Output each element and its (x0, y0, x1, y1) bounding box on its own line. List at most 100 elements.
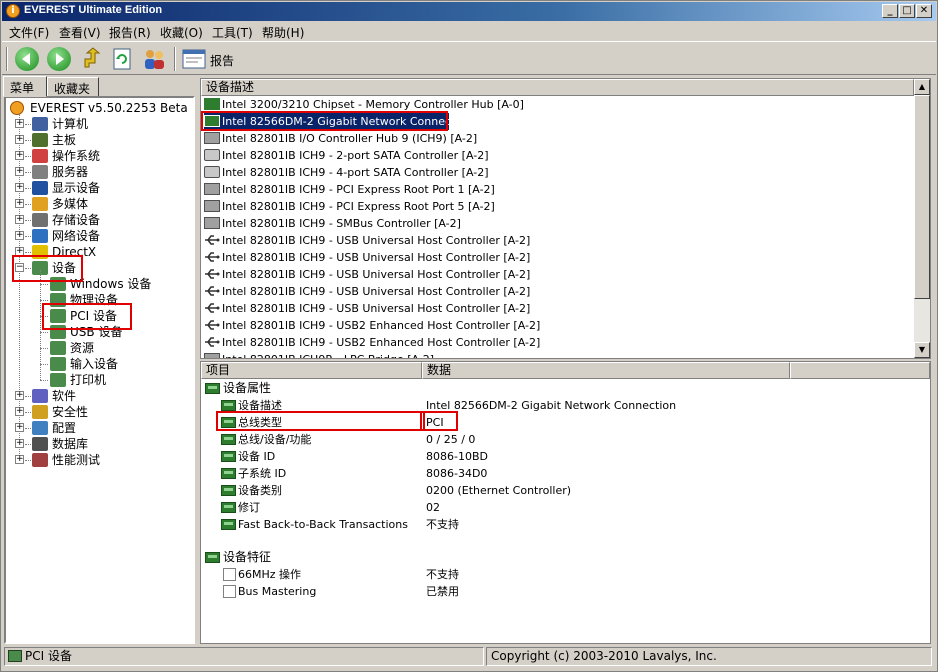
tree-connector (25, 172, 31, 173)
tree-connector (25, 236, 31, 237)
tree-item-tree.items-7[interactable]: + 网络设备 (6, 228, 192, 244)
tree-item-tree.items-6[interactable]: + 存储设备 (6, 212, 192, 228)
properties-col-empty (790, 362, 930, 379)
device-row[interactable]: Intel 82801IB ICH9 - 2-port SATA Control… (204, 147, 904, 164)
expand-toggle[interactable]: + (15, 199, 24, 208)
scroll-down-button[interactable]: ▼ (914, 342, 930, 358)
device-list-header[interactable]: 设备描述 (201, 79, 914, 96)
tree-item-tree.items-3[interactable]: + 服务器 (6, 164, 192, 180)
expand-toggle[interactable]: + (15, 391, 24, 400)
expand-toggle[interactable]: + (15, 231, 24, 240)
device-row[interactable]: Intel 82801IB ICH9 - PCI Express Root Po… (204, 198, 904, 215)
property-name: 修订 (238, 501, 260, 514)
tree-item-tree.after_items-0[interactable]: + 软件 (6, 388, 192, 404)
property-row[interactable]: 修订 02 (221, 499, 921, 516)
device-row[interactable]: Intel 82801IB ICH9 - 4-port SATA Control… (204, 164, 904, 181)
tree-item-tree.items-2[interactable]: + 操作系统 (6, 148, 192, 164)
expand-toggle[interactable]: + (15, 215, 24, 224)
properties-col-item[interactable]: 项目 (201, 362, 422, 379)
device-list-scrollbar[interactable]: ▲ ▼ (914, 79, 930, 358)
users-icon[interactable] (142, 47, 166, 71)
menu-view[interactable]: 查看(V) (59, 24, 101, 41)
expand-toggle[interactable]: + (15, 423, 24, 432)
expand-toggle[interactable]: + (15, 183, 24, 192)
device-row[interactable]: Intel 82801IB ICH9 - USB2 Enhanced Host … (204, 334, 904, 351)
device-row[interactable]: Intel 82801IB ICH9 - USB Universal Host … (204, 232, 904, 249)
device-row[interactable]: Intel 82801IB ICH9 - USB Universal Host … (204, 300, 904, 317)
security-icon (32, 405, 48, 419)
property-icon (221, 502, 236, 513)
tree-child-6[interactable]: 打印机 (6, 372, 192, 388)
forward-icon[interactable] (47, 47, 71, 71)
refresh-icon[interactable] (110, 47, 134, 71)
property-row[interactable]: 设备 ID 8086-10BD (221, 448, 921, 465)
menu-file[interactable]: 文件(F) (9, 24, 49, 41)
feature-checkbox[interactable] (223, 568, 236, 581)
device-row[interactable]: Intel 82801IB I/O Controller Hub 9 (ICH9… (204, 130, 904, 147)
tree-item-tree.items-0[interactable]: + 计算机 (6, 116, 192, 132)
menu-report[interactable]: 报告(R) (109, 24, 151, 41)
title-bar[interactable]: i EVEREST Ultimate Edition _ □ ✕ (2, 2, 936, 21)
device-row[interactable]: Intel 82801IB ICH9 - PCI Express Root Po… (204, 181, 904, 198)
device-row[interactable]: Intel 82801IB ICH9 - USB2 Enhanced Host … (204, 317, 904, 334)
feature-row[interactable]: Bus Mastering 已禁用 (221, 583, 921, 600)
up-icon[interactable] (79, 47, 103, 71)
properties-col-data[interactable]: 数据 (422, 362, 790, 379)
tree-root[interactable]: EVEREST v5.50.2253 Beta (10, 100, 190, 116)
device-row[interactable]: Intel 82801IB ICH9 - SMBus Controller [A… (204, 215, 904, 232)
tree-connector (25, 444, 31, 445)
group-device-properties-icon (205, 383, 220, 394)
device-row[interactable]: Intel 82801IB ICH9 - USB Universal Host … (204, 283, 904, 300)
expand-toggle[interactable]: + (15, 119, 24, 128)
report-button-label[interactable]: 报告 (210, 52, 234, 69)
expand-toggle[interactable]: + (15, 135, 24, 144)
device-row-label: Intel 82801IB ICH9 - USB Universal Host … (222, 285, 531, 298)
tab-menu[interactable]: 菜单 (3, 76, 47, 97)
expand-toggle[interactable]: + (15, 439, 24, 448)
expand-toggle[interactable]: + (15, 455, 24, 464)
tree-item-tree.after_items-2[interactable]: + 配置 (6, 420, 192, 436)
tree-item-label: 安全性 (52, 405, 89, 419)
device-row[interactable]: Intel 82801IB ICH9R - LPC Bridge [A-2] (204, 351, 904, 358)
tree-item-label: 网络设备 (52, 229, 101, 243)
minimize-button[interactable]: _ (882, 4, 898, 18)
menu-tools[interactable]: 工具(T) (212, 24, 253, 41)
property-row[interactable]: 总线/设备/功能 0 / 25 / 0 (221, 431, 921, 448)
device-row[interactable]: Intel 82801IB ICH9 - USB Universal Host … (204, 266, 904, 283)
close-button[interactable]: ✕ (916, 4, 932, 18)
property-row[interactable]: 子系统 ID 8086-34D0 (221, 465, 921, 482)
property-icon (221, 451, 236, 462)
feature-checkbox[interactable] (223, 585, 236, 598)
tree-child-5[interactable]: 输入设备 (6, 356, 192, 372)
tree-child-4[interactable]: 资源 (6, 340, 192, 356)
tree-item-tree.items-4[interactable]: + 显示设备 (6, 180, 192, 196)
tree-item-tree.items-5[interactable]: + 多媒体 (6, 196, 192, 212)
tab-favorites[interactable]: 收藏夹 (47, 77, 99, 97)
tree-item-tree.after_items-3[interactable]: + 数据库 (6, 436, 192, 452)
tree-item-tree.items-1[interactable]: + 主板 (6, 132, 192, 148)
expand-toggle[interactable]: + (15, 167, 24, 176)
menu-help[interactable]: 帮助(H) (262, 24, 304, 41)
scroll-thumb[interactable] (914, 95, 930, 299)
tree-item-tree.after_items-4[interactable]: + 性能测试 (6, 452, 192, 468)
menu-bar: 文件(F) 查看(V) 报告(R) 收藏(O) 工具(T) 帮助(H) (2, 22, 936, 41)
tree-item-label: 性能测试 (52, 453, 101, 467)
tree-item-tree.after_items-1[interactable]: + 安全性 (6, 404, 192, 420)
maximize-button[interactable]: □ (899, 4, 915, 18)
usb-icon (204, 285, 220, 297)
back-icon[interactable] (15, 47, 39, 71)
group-device-properties-label: 设备属性 (223, 381, 272, 395)
menu-favorites[interactable]: 收藏(O) (160, 24, 203, 41)
feature-row[interactable]: 66MHz 操作 不支持 (221, 566, 921, 583)
device-row[interactable]: Intel 82801IB ICH9 - USB Universal Host … (204, 249, 904, 266)
report-icon[interactable] (182, 48, 206, 70)
expand-toggle[interactable]: + (15, 407, 24, 416)
tree-connector (40, 300, 48, 301)
scroll-up-button[interactable]: ▲ (914, 79, 930, 95)
expand-toggle[interactable]: + (15, 151, 24, 160)
chip-icon (204, 217, 220, 229)
property-row[interactable]: Fast Back-to-Back Transactions 不支持 (221, 516, 921, 533)
tree-item-label: 操作系统 (52, 149, 101, 163)
tree-connector (40, 364, 48, 365)
property-row[interactable]: 设备类别 0200 (Ethernet Controller) (221, 482, 921, 499)
